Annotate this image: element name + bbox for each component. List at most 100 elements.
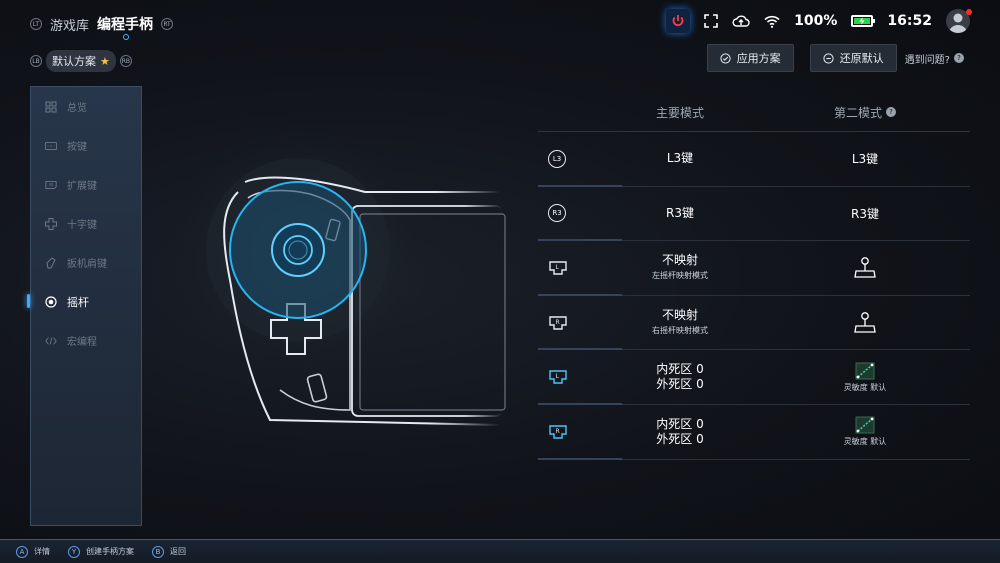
- joystick-mapping-table: 主要模式 第二模式 ? L3 L3键 L3键 R3 R3键 R3键 L 不映射 …: [538, 96, 970, 460]
- help-label: 遇到问题?: [904, 54, 950, 66]
- mapping-subtitle: 左摇杆映射模式: [652, 270, 708, 280]
- sidebar-item-buttons[interactable]: 按键: [31, 126, 141, 165]
- table-row-left-stick-map[interactable]: L 不映射 左摇杆映射模式: [538, 241, 970, 296]
- sidebar-item-dpad[interactable]: 十字键: [31, 204, 141, 243]
- profile-chip[interactable]: 默认方案 ★: [46, 50, 116, 72]
- wifi-icon[interactable]: [764, 15, 780, 28]
- header-secondary-mode: 第二模式 ?: [760, 96, 970, 131]
- sidebar-item-label: 按键: [67, 142, 87, 153]
- help-link[interactable]: 遇到问题? ?: [905, 51, 964, 66]
- sidebar-item-label: 十字键: [67, 220, 97, 231]
- sidebar-item-joystick[interactable]: 摇杆: [27, 282, 141, 321]
- star-icon: ★: [100, 54, 110, 68]
- header-primary-mode: 主要模式: [655, 106, 704, 120]
- sidebar-item-extended-keys[interactable]: M 扩展键: [31, 165, 141, 204]
- right-stick-deadzone-icon: R: [549, 425, 567, 439]
- trigger-icon: [46, 256, 56, 268]
- outer-deadzone: 外死区 0: [656, 431, 704, 446]
- code-icon: [45, 336, 57, 345]
- hint-back-label: 返回: [170, 547, 186, 556]
- question-icon[interactable]: ?: [886, 107, 896, 117]
- primary-mapping[interactable]: R3键: [600, 206, 760, 221]
- sidebar-item-label: 扳机肩键: [67, 259, 107, 270]
- hint-create-profile[interactable]: Y 创建手柄方案: [68, 545, 134, 558]
- restore-default-label: 还原默认: [839, 52, 884, 65]
- joystick-icon: [45, 295, 57, 308]
- lb-button-hint: LB: [30, 55, 42, 67]
- notification-dot: [966, 9, 972, 15]
- battery-percent: 100%: [794, 13, 838, 29]
- secondary-mapping[interactable]: [760, 311, 970, 335]
- table-row-l3[interactable]: L3 L3键 L3键: [538, 132, 970, 187]
- primary-mapping[interactable]: 内死区 0 外死区 0: [600, 417, 760, 447]
- l3-button-icon: L3: [548, 149, 566, 168]
- left-stick-icon: L: [549, 261, 567, 275]
- fullscreen-icon[interactable]: [704, 14, 718, 28]
- table-row-left-deadzone[interactable]: L 内死区 0 外死区 0 灵敏度 默认: [538, 350, 970, 405]
- header-secondary-label: 第二模式: [833, 106, 882, 120]
- keyboard-icon: [45, 141, 57, 150]
- primary-mapping[interactable]: 不映射 右摇杆映射模式: [600, 308, 760, 338]
- sidebar-item-label: 摇杆: [67, 295, 89, 309]
- question-icon: ?: [954, 53, 964, 63]
- sensitivity-label: 灵敏度 默认: [843, 437, 887, 447]
- apply-profile-label: 应用方案: [736, 52, 781, 65]
- secondary-mapping[interactable]: 灵敏度 默认: [760, 362, 970, 393]
- secondary-mapping[interactable]: L3键: [760, 150, 970, 167]
- joystick-map-icon: [854, 311, 876, 333]
- inner-deadzone: 内死区 0: [656, 416, 704, 431]
- primary-mapping[interactable]: 不映射 左摇杆映射模式: [600, 253, 760, 283]
- clock: 16:52: [887, 13, 932, 29]
- restore-icon: [823, 52, 834, 64]
- bottom-hint-bar: A 详情 Y 创建手柄方案 B 返回: [0, 539, 1000, 563]
- secondary-mapping[interactable]: R3键: [760, 205, 970, 222]
- cloud-upload-icon[interactable]: [732, 14, 750, 28]
- primary-mapping[interactable]: 内死区 0 外死区 0: [600, 362, 760, 392]
- inner-deadzone: 内死区 0: [656, 362, 704, 377]
- secondary-mapping[interactable]: 灵敏度 默认: [760, 416, 970, 447]
- sidebar: 总览 按键 M 扩展键 十字键 扳机肩键 摇杆 宏编程: [27, 86, 142, 526]
- sidebar-item-macro[interactable]: 宏编程: [31, 321, 141, 360]
- mapping-subtitle: 右摇杆映射模式: [652, 325, 708, 335]
- tab-group: LT 游戏库 编程手柄 RT: [30, 14, 174, 40]
- outer-deadzone: 外死区 0: [656, 377, 704, 392]
- apply-profile-button[interactable]: 应用方案: [706, 44, 794, 72]
- sidebar-item-label: 扩展键: [67, 181, 97, 192]
- top-bar: LT 游戏库 编程手柄 RT 100% 16:52: [0, 0, 1000, 42]
- tab-controller-programming[interactable]: 编程手柄: [97, 14, 153, 40]
- mapping-value: 不映射: [661, 307, 698, 322]
- sidebar-item-label: 宏编程: [67, 337, 97, 348]
- secondary-mapping[interactable]: [760, 256, 970, 280]
- power-button[interactable]: [666, 9, 691, 33]
- primary-mapping[interactable]: L3键: [600, 151, 760, 166]
- table-row-right-stick-map[interactable]: R 不映射 右摇杆映射模式: [538, 296, 970, 351]
- power-icon: [672, 15, 684, 27]
- hint-create-profile-label: 创建手柄方案: [86, 547, 134, 556]
- svg-text:R: R: [556, 319, 560, 326]
- left-stick-deadzone-icon: L: [549, 370, 567, 384]
- svg-text:L: L: [556, 264, 560, 271]
- rt-button-hint: RT: [161, 18, 174, 30]
- sensitivity-label: 灵敏度 默认: [843, 382, 887, 392]
- y-button-icon: Y: [68, 545, 80, 558]
- tab-game-library[interactable]: 游戏库: [50, 15, 89, 34]
- sidebar-item-overview[interactable]: 总览: [31, 87, 141, 126]
- right-stick-icon: R: [549, 315, 567, 330]
- svg-text:R: R: [556, 428, 560, 435]
- table-row-r3[interactable]: R3 R3键 R3键: [538, 187, 970, 242]
- b-button-icon: B: [152, 545, 164, 558]
- hint-back[interactable]: B 返回: [152, 545, 186, 558]
- overview-icon: [45, 101, 57, 112]
- sidebar-item-triggers[interactable]: 扳机肩键: [31, 243, 141, 282]
- lt-button-hint: LT: [30, 18, 42, 30]
- hint-details[interactable]: A 详情: [16, 545, 50, 558]
- mapping-value: 不映射: [661, 252, 698, 267]
- table-row-right-deadzone[interactable]: R 内死区 0 外死区 0 灵敏度 默认: [538, 405, 970, 460]
- sidebar-item-label: 总览: [67, 103, 87, 114]
- joystick-map-icon: [854, 257, 876, 278]
- hint-details-label: 详情: [34, 547, 50, 556]
- table-header: 主要模式 第二模式 ?: [538, 96, 970, 132]
- controller-illustration: [173, 125, 506, 426]
- restore-default-button[interactable]: 还原默认: [809, 44, 897, 72]
- svg-text:L: L: [556, 373, 560, 380]
